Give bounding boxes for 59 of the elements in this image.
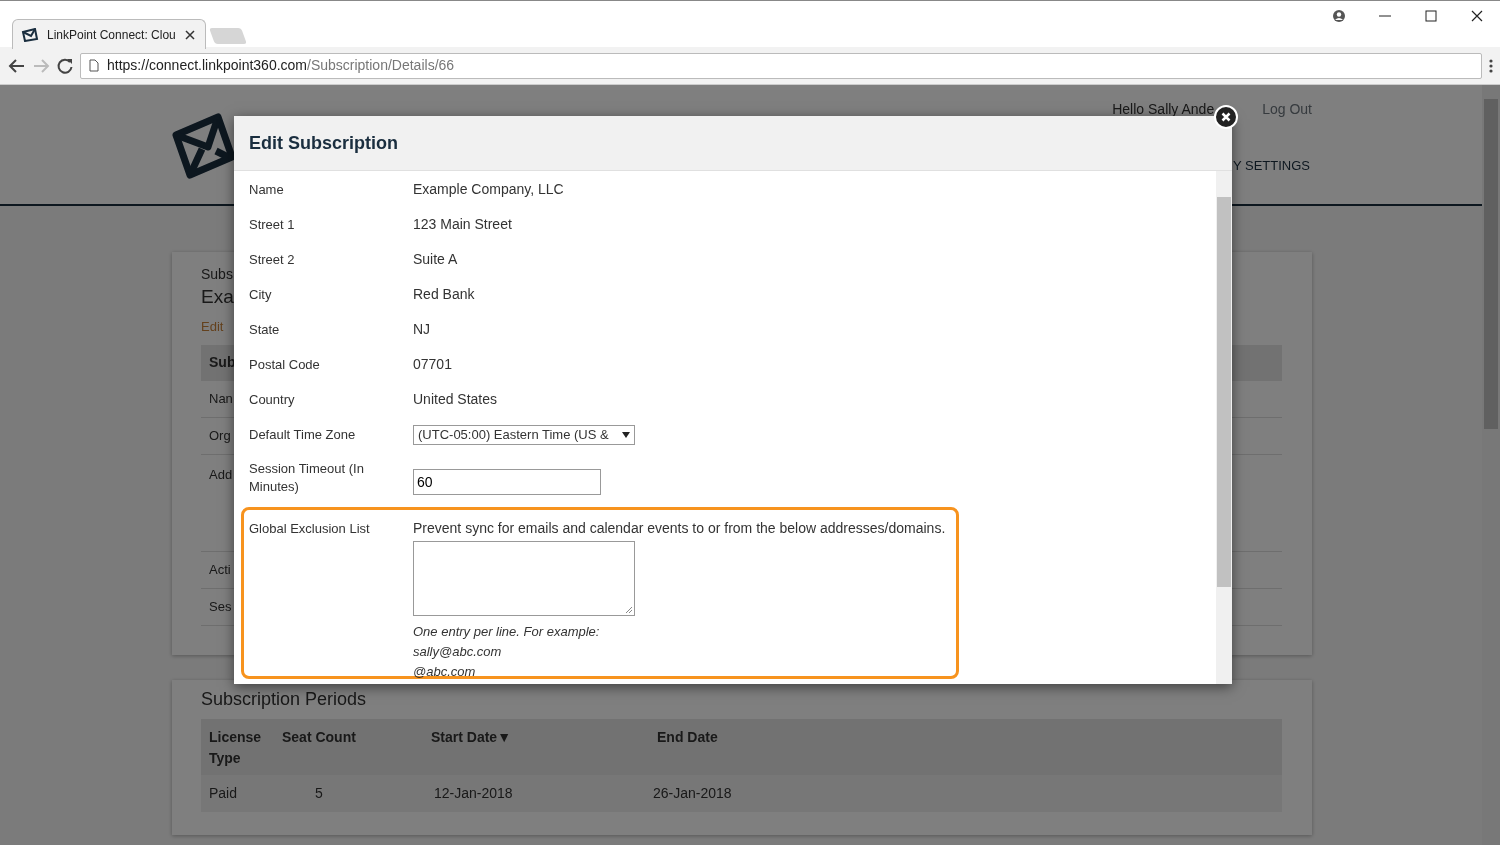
field-value: 07701	[413, 355, 452, 374]
field-description: Prevent sync for emails and calendar events to or from the below addresses/domains.	[413, 519, 946, 538]
column-header[interactable]: License Type	[209, 727, 282, 767]
greeting-text: Hello Sally Ande	[1112, 100, 1215, 119]
dialog-title: Edit Subscription	[234, 116, 1232, 171]
table-cell-text: 5	[314, 784, 324, 803]
help-text: @abc.com	[413, 663, 477, 681]
column-header[interactable]: Start Date▼	[431, 727, 647, 767]
column-header[interactable]: Seat Count	[282, 727, 431, 767]
close-icon	[1221, 112, 1231, 122]
dropdown-arrow-icon	[622, 432, 630, 438]
section-title: Subscription Periods	[201, 688, 368, 711]
field-label: Street 2	[249, 251, 296, 269]
user-icon[interactable]	[1332, 9, 1346, 23]
close-icon[interactable]	[1470, 9, 1484, 23]
card-caption: Subs	[201, 265, 234, 284]
field-value: NJ	[413, 320, 431, 339]
back-arrow-icon[interactable]	[8, 57, 26, 74]
field-value: Red Bank	[413, 285, 475, 304]
envelope-icon	[21, 27, 39, 42]
time-zone-select[interactable]: (UTC-05:00) Eastern Time (US &	[413, 425, 635, 445]
field-label: City	[249, 286, 273, 304]
help-text: One entry per line. For example:	[413, 623, 601, 641]
table-cell-text: 26-Jan-2018	[652, 784, 733, 803]
table-cell-text: Paid	[209, 784, 239, 803]
field-value: Example Company, LLC	[413, 180, 564, 199]
field-value: Suite A	[413, 250, 458, 269]
field-value: United States	[413, 390, 498, 409]
nav-link[interactable]: Y SETTINGS	[1232, 156, 1312, 176]
close-icon[interactable]	[185, 29, 195, 40]
page-icon	[89, 59, 99, 72]
card-title: Exa	[201, 285, 235, 309]
help-text: sally@abc.com	[413, 643, 503, 661]
edit-link[interactable]: Edit	[201, 317, 224, 337]
exclusion-textarea[interactable]	[413, 541, 635, 616]
field-label: Global Exclusion List	[249, 520, 371, 538]
field-label: Country	[249, 391, 296, 409]
field-label: Postal Code	[249, 356, 321, 374]
field-value: 123 Main Street	[413, 215, 512, 234]
reload-icon[interactable]	[56, 56, 74, 75]
field-label: Name	[249, 181, 285, 199]
table-cell-text: 12-Jan-2018	[433, 784, 514, 803]
timeout-input[interactable]: 60	[413, 469, 601, 495]
field-label: State	[249, 321, 281, 339]
menu-icon[interactable]	[1488, 57, 1494, 74]
dialog-scrollbar[interactable]	[1216, 171, 1232, 684]
field-label: Street 1	[249, 216, 296, 234]
envelope-logo-icon	[172, 113, 236, 179]
resize-grip-icon	[625, 606, 633, 614]
field-label: Session Timeout (In Minutes)	[249, 460, 365, 496]
url-text: https://connect.linkpoint360.com/Subscription/Details/66	[107, 56, 455, 75]
field-label: Default Time Zone	[249, 426, 357, 444]
address-bar[interactable]: https://connect.linkpoint360.com/Subscription/Details/66	[80, 52, 1482, 79]
page-scrollbar[interactable]	[1482, 85, 1500, 845]
maximize-icon[interactable]	[1424, 9, 1438, 23]
logout-link[interactable]: Log Out	[1262, 99, 1312, 120]
column-header[interactable]: End Date	[647, 727, 847, 767]
browser-tab[interactable]: LinkPoint Connect: Clou	[12, 19, 206, 49]
tab-title: LinkPoint Connect: Clou	[47, 26, 177, 44]
